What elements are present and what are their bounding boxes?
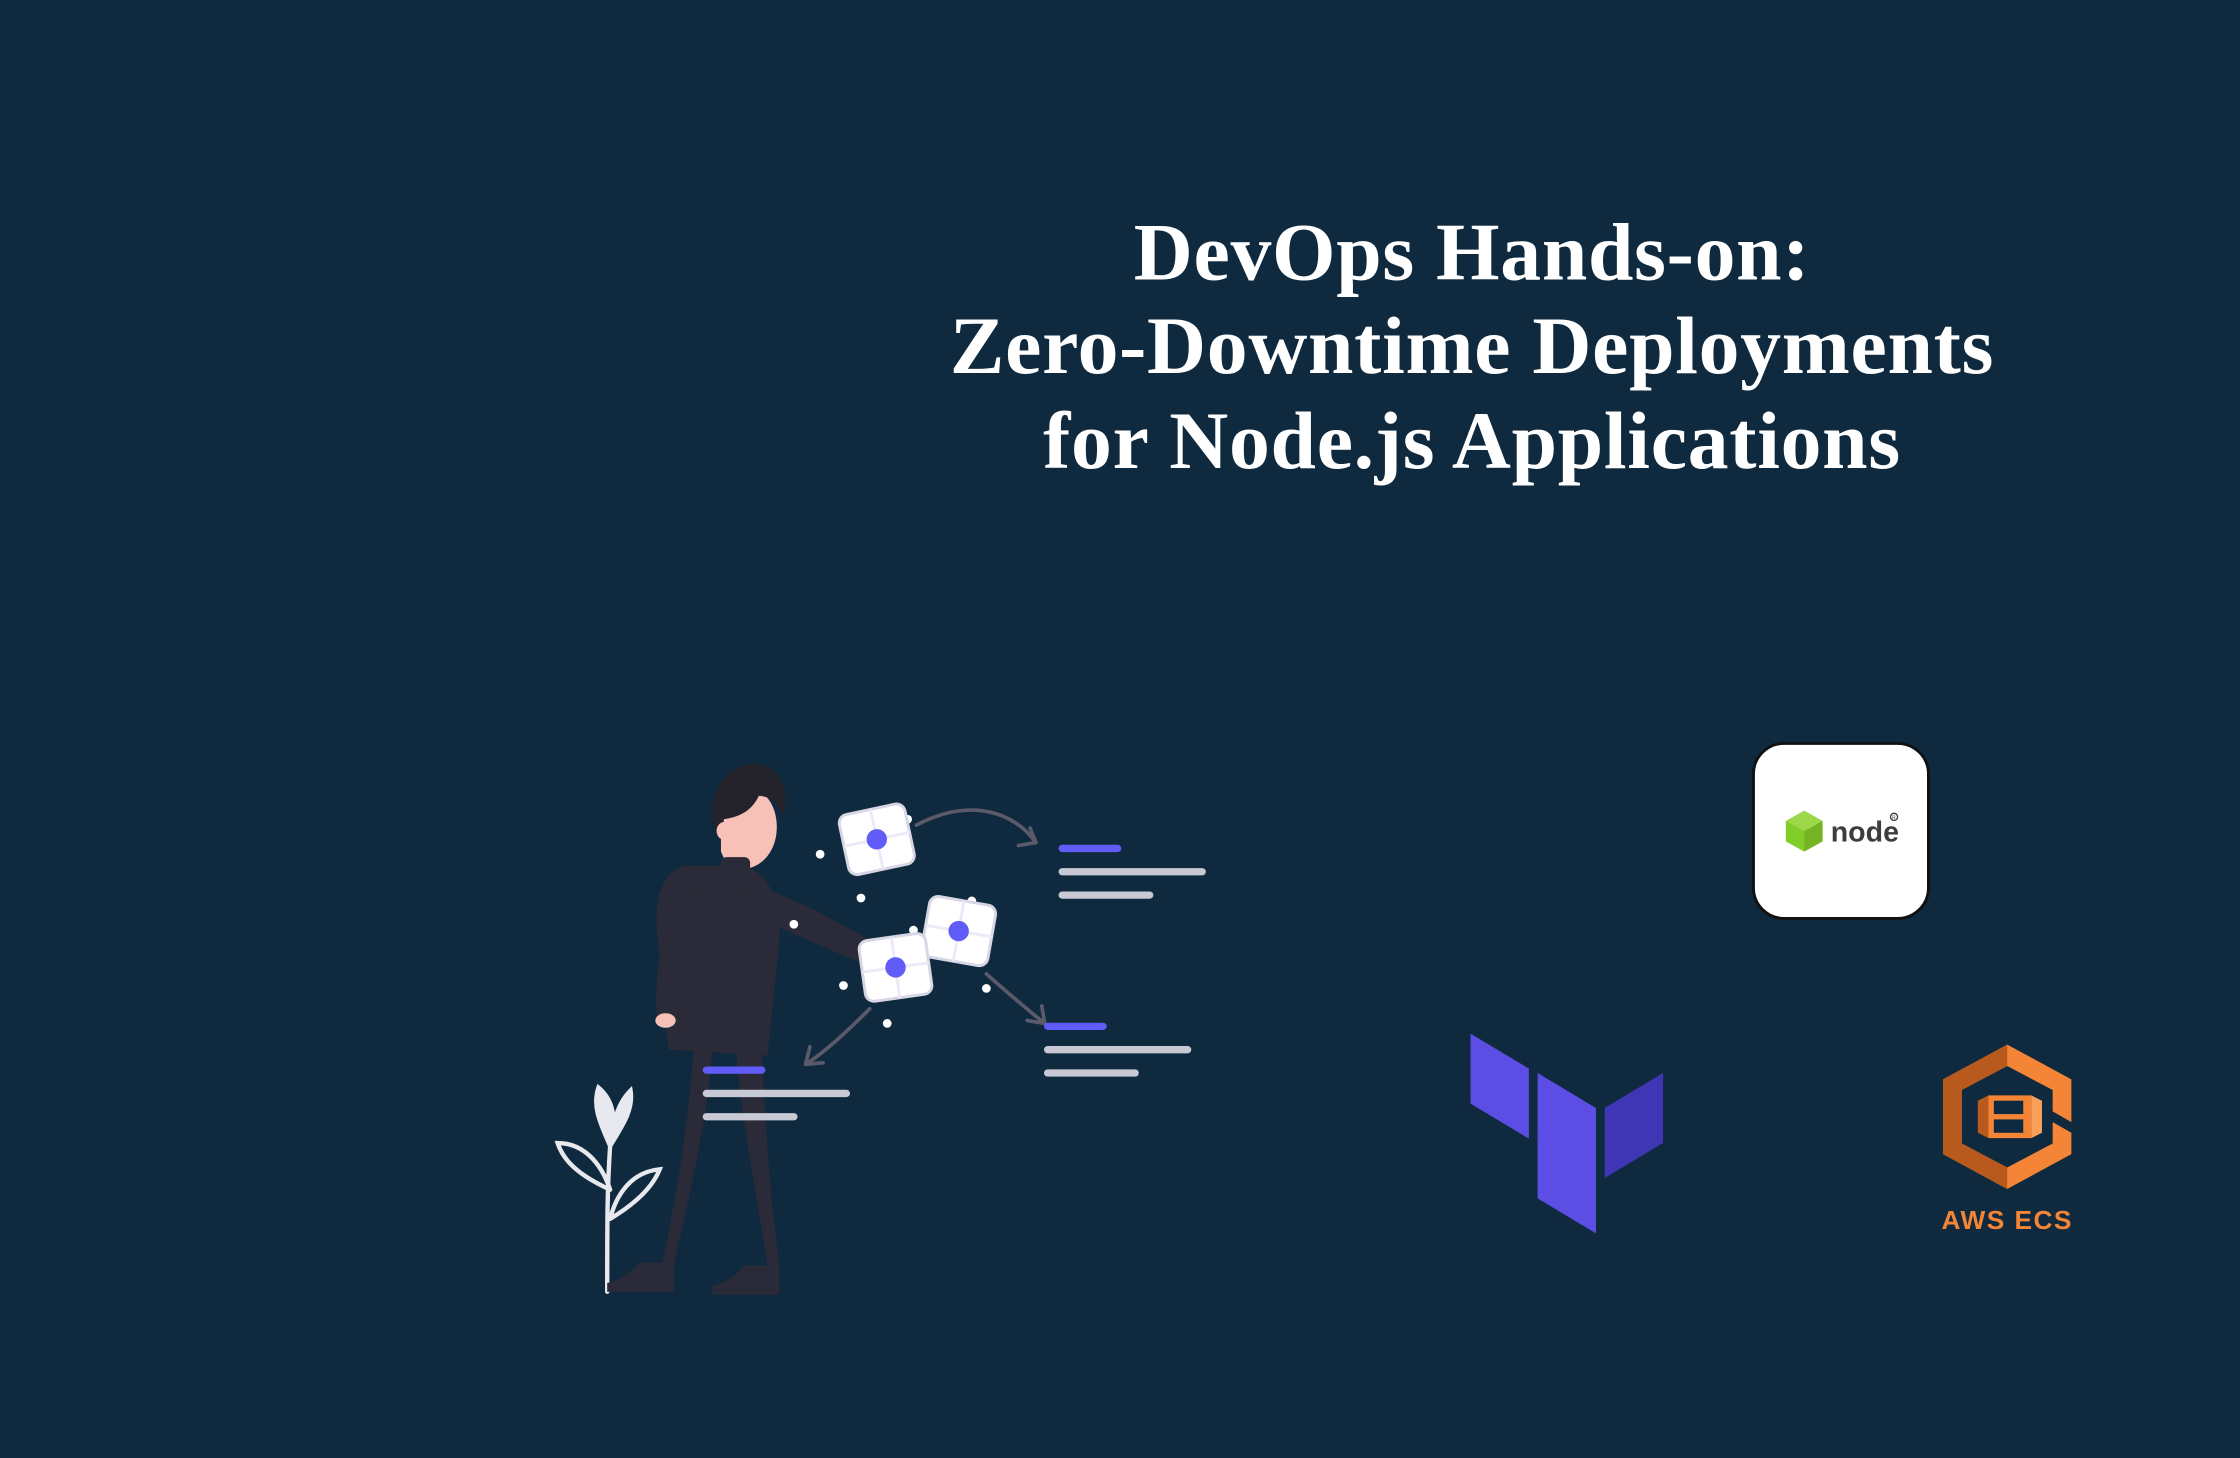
package-icon <box>858 932 933 1002</box>
title-line-2: Zero-Downtime Deployments <box>352 301 2240 395</box>
aws-ecs-logo-icon: AWS ECS <box>1912 1037 2102 1237</box>
arrow-icon <box>986 974 1044 1024</box>
nodejs-logo-icon: node R <box>1752 742 1930 920</box>
title-line-3: for Node.js Applications <box>352 395 2240 489</box>
person-head <box>712 764 785 869</box>
plant-icon <box>558 1088 660 1292</box>
text-lines-icon <box>1048 1026 1188 1073</box>
arrow-icon <box>916 810 1036 845</box>
text-lines-icon <box>1062 848 1202 895</box>
person-legs <box>607 1037 779 1295</box>
svg-text:R: R <box>1892 815 1896 821</box>
package-icon <box>838 802 916 876</box>
aws-ecs-label: AWS ECS <box>1912 1206 2102 1237</box>
package-icon <box>920 895 997 967</box>
page-title: DevOps Hands-on: Zero-Downtime Deploymen… <box>352 207 2240 489</box>
person-torso <box>656 866 872 1056</box>
terraform-logo-icon <box>1468 1022 1666 1238</box>
title-line-1: DevOps Hands-on: <box>352 207 2240 301</box>
deployment-illustration <box>549 738 1220 1321</box>
text-lines-icon <box>706 1070 846 1117</box>
arrow-icon <box>806 1009 870 1064</box>
node-logo-text: node <box>1831 816 1899 848</box>
